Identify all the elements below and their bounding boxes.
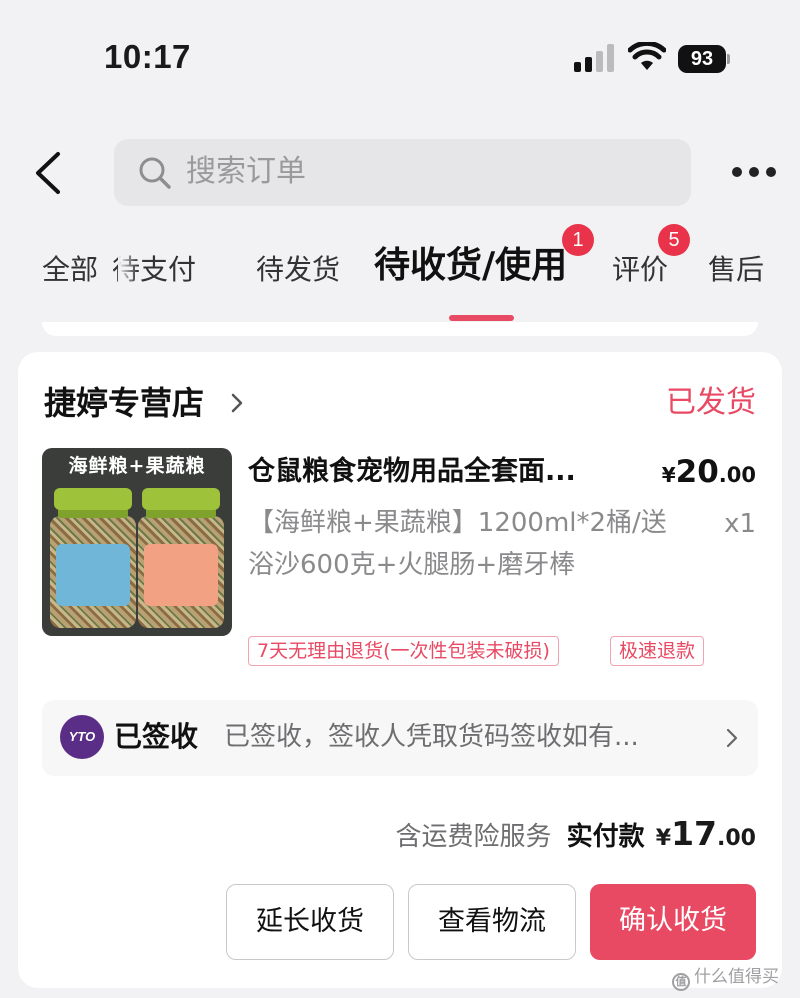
search-icon — [139, 157, 171, 189]
tab-pending-receipt[interactable]: 待收货/使用 — [374, 246, 567, 286]
logistics-status: 已签收 — [114, 720, 199, 753]
clock: 10:17 — [104, 38, 191, 75]
battery-icon: 93 — [678, 45, 730, 73]
order-status: 已发货 — [666, 385, 756, 420]
order-status-tabs: 全部 待支付 待发货 待收货/使用 1 评价 5 售后 — [0, 222, 800, 322]
watermark-logo-icon: 值 — [672, 973, 690, 991]
product-image[interactable]: 海鲜粮+果蔬粮 — [42, 448, 232, 636]
chevron-right-icon — [726, 728, 738, 748]
wifi-icon — [628, 42, 666, 70]
extend-receipt-button[interactable]: 延长收货 — [226, 884, 394, 960]
jar-right-illustration — [138, 488, 224, 628]
product-spec: 【海鲜粮+果蔬粮】1200ml*2桶/送浴沙600克+火腿肠+磨牙棒 — [248, 508, 667, 580]
previous-card-edge — [42, 322, 758, 336]
order-card[interactable]: 捷婷专营店 已发货 海鲜粮+果蔬粮 仓鼠粮食宠物用品全套面... ¥20.00 … — [18, 352, 782, 988]
price-integer: 20 — [675, 454, 719, 490]
payment-summary: 含运费险服务 实付款 ¥17.00 — [396, 810, 756, 864]
product-image-banner: 海鲜粮+果蔬粮 — [68, 455, 206, 477]
logistics-detail: 已签收，签收人凭取货码签收如有... — [224, 722, 639, 752]
tab-reviews[interactable]: 评价 — [612, 250, 668, 290]
fast-refund-tag: 极速退款 — [610, 636, 705, 666]
watermark-text: 什么值得买 — [694, 967, 779, 987]
cellular-signal-icon — [574, 44, 616, 72]
jar-left-illustration — [50, 488, 136, 628]
paid-amount-label: 实付款 — [566, 822, 645, 852]
confirm-receipt-button[interactable]: 确认收货 — [590, 884, 756, 960]
paid-amount-decimal: .00 — [717, 826, 756, 851]
product-title[interactable]: 仓鼠粮食宠物用品全套面... — [248, 452, 618, 492]
logistics-row[interactable]: YTO 已签收 已签收，签收人凭取货码签收如有... — [42, 700, 758, 776]
paid-amount-symbol: ¥ — [655, 826, 672, 851]
search-input[interactable]: 搜索订单 — [114, 139, 691, 206]
price-symbol: ¥ — [661, 463, 676, 487]
price-decimal: .00 — [718, 463, 756, 487]
pending-receipt-count-badge: 1 — [562, 224, 594, 256]
tab-all[interactable]: 全部 — [42, 250, 98, 290]
back-arrow-icon[interactable] — [30, 150, 70, 196]
shop-name[interactable]: 捷婷专营店 — [44, 382, 204, 424]
tab-after-sales[interactable]: 售后 — [708, 250, 764, 290]
paid-amount-integer: 17 — [671, 814, 718, 853]
product-quantity: x1 — [724, 509, 756, 539]
status-bar: 10:17 93 — [0, 0, 800, 110]
tab-fade-overlay — [118, 222, 138, 322]
carrier-logo: YTO — [60, 715, 104, 759]
reviews-count-badge: 5 — [658, 224, 690, 256]
return-policy-tag: 7天无理由退货(一次性包装未破损) — [248, 636, 559, 666]
battery-level: 93 — [678, 45, 726, 73]
active-tab-indicator — [449, 315, 514, 321]
product-price: ¥20.00 — [662, 452, 756, 497]
chevron-right-icon[interactable] — [230, 392, 244, 414]
view-logistics-button[interactable]: 查看物流 — [408, 884, 576, 960]
tab-pending-shipment[interactable]: 待发货 — [256, 250, 340, 290]
more-options-icon[interactable] — [732, 165, 776, 179]
shipping-insurance-note: 含运费险服务 — [395, 822, 552, 852]
watermark: 值什么值得买 — [672, 962, 779, 991]
search-placeholder: 搜索订单 — [186, 154, 306, 189]
